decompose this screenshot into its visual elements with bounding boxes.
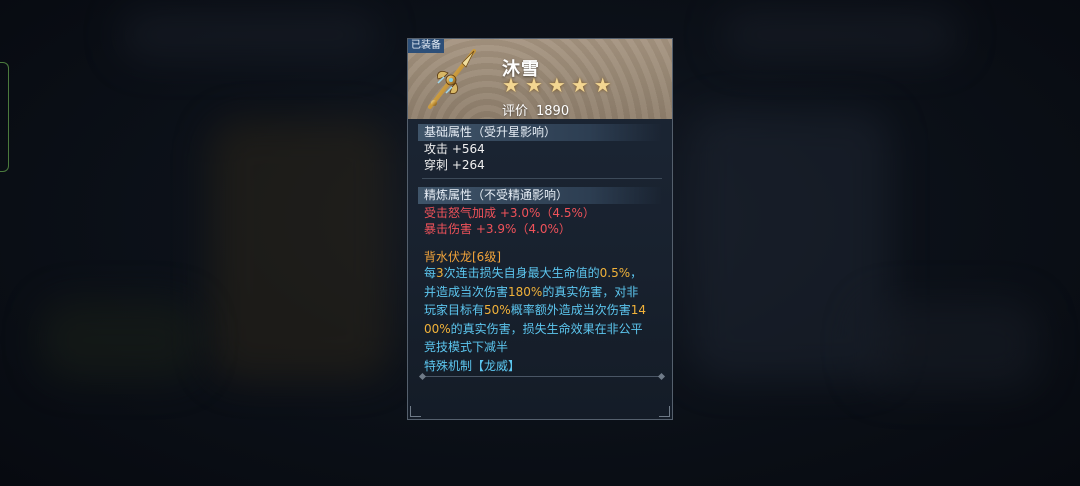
description-text: 竞技模式下减半 <box>424 340 509 354</box>
corner-ornament <box>410 406 421 417</box>
divider-ornament <box>418 372 427 381</box>
skill-description-line: 玩家目标有50%概率额外造成当次伤害14 <box>424 302 646 318</box>
item-tooltip: 已装备 沐雪 ★ ★ ★ ★ ★ 评价 1890 基础属性（受升星影响） 攻击 … <box>407 38 673 420</box>
skill-description-line: 并造成当次伤害180%的真实伤害，对非 <box>424 284 638 300</box>
description-text: 概率额外造成当次伤害 <box>510 303 631 317</box>
stat-value: +564 <box>451 142 485 156</box>
game-screen: 已装备 沐雪 ★ ★ ★ ★ ★ 评价 1890 基础属性（受升星影响） 攻击 … <box>0 0 1080 486</box>
description-text: 每 <box>424 266 437 280</box>
score-label: 评价 <box>502 104 529 119</box>
corner-ornament <box>659 406 670 417</box>
highlight-value: 00% <box>424 321 451 336</box>
stat-crit-damage: 暴击伤害 +3.9%（4.0%） <box>424 221 571 237</box>
star-icon: ★ <box>547 73 566 97</box>
description-text: ， <box>630 266 643 280</box>
base-attributes-header: 基础属性（受升星影响） <box>418 124 662 141</box>
background-blur <box>720 10 960 60</box>
skill-description-line: 特殊机制【龙威】 <box>424 358 520 374</box>
highlight-value: 3 <box>436 266 444 280</box>
description-text: 玩家目标有 <box>424 303 485 317</box>
item-score: 评价 1890 <box>502 100 569 119</box>
stat-label: 攻击 <box>424 142 449 156</box>
background-blur <box>860 300 1040 390</box>
star-rating: ★ ★ ★ ★ ★ <box>502 75 612 95</box>
stat-pierce: 穿刺 +264 <box>424 157 485 173</box>
stat-attack: 攻击 +564 <box>424 141 485 157</box>
stat-rage-gain: 受击怒气加成 +3.0%（4.5%） <box>424 205 595 221</box>
stat-value: +3.0%（4.5%） <box>499 206 595 220</box>
highlight-value: 14 <box>630 303 646 317</box>
highlight-value: 180% <box>508 284 543 299</box>
skill-description-line: 00%的真实伤害，损失生命效果在非公平 <box>424 321 643 337</box>
stat-label: 受击怒气加成 <box>424 206 497 220</box>
section-divider <box>422 178 662 179</box>
background-blur <box>120 10 380 60</box>
highlight-value: 0.5% <box>599 266 631 280</box>
description-text: 的真实伤害，对非 <box>542 284 639 299</box>
star-icon: ★ <box>593 73 612 97</box>
stat-label: 穿刺 <box>424 158 449 172</box>
side-tab[interactable] <box>0 62 9 172</box>
star-icon: ★ <box>570 73 589 97</box>
star-icon: ★ <box>502 73 520 97</box>
stat-value: +3.9%（4.0%） <box>475 222 571 236</box>
skill-name: 背水伏龙[6级] <box>424 250 501 264</box>
description-text: 并造成当次伤害 <box>424 284 509 299</box>
description-text: 的真实伤害，损失生命效果在非公平 <box>450 321 643 336</box>
highlight-value: 50% <box>484 303 511 317</box>
stat-value: +264 <box>451 158 485 172</box>
item-header: 已装备 沐雪 ★ ★ ★ ★ ★ 评价 1890 <box>408 39 672 119</box>
footer-divider <box>422 376 662 377</box>
stat-label: 暴击伤害 <box>424 222 473 236</box>
refine-attributes-header: 精炼属性（不受精通影响） <box>418 187 662 204</box>
description-text: 次连击损失自身最大生命值的 <box>443 266 600 280</box>
score-value: 1890 <box>536 104 570 119</box>
background-blur <box>40 300 200 380</box>
skill-description-line: 竞技模式下减半 <box>424 339 508 355</box>
skill-description-line: 每3次连击损失自身最大生命值的0.5%， <box>424 265 642 281</box>
description-text: 特殊机制【龙威】 <box>424 358 521 373</box>
divider-ornament <box>657 372 666 381</box>
background-blur <box>210 120 390 380</box>
trident-weapon-icon <box>428 49 476 109</box>
star-icon: ★ <box>524 73 543 97</box>
